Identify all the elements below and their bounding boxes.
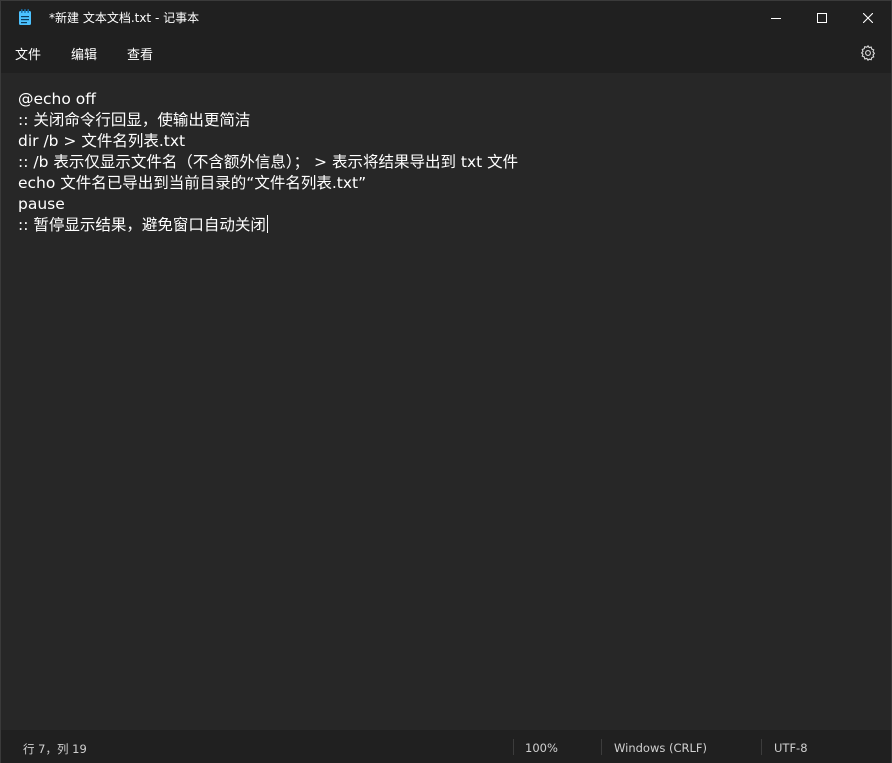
title-bar[interactable]: *新建 文本文档.txt - 记事本	[1, 1, 891, 33]
window-title: *新建 文本文档.txt - 记事本	[49, 11, 200, 25]
menu-edit[interactable]: 编辑	[71, 44, 97, 63]
notepad-app-icon	[18, 9, 32, 26]
status-divider	[601, 739, 602, 755]
editor-line: @echo off	[18, 90, 96, 108]
editor-line-current: :: 暂停显示结果，避免窗口自动关闭	[18, 215, 518, 236]
status-divider	[761, 739, 762, 755]
editor-line: pause	[18, 195, 65, 213]
editor-line: echo 文件名已导出到当前目录的“文件名列表.txt”	[18, 174, 367, 192]
text-editor[interactable]: @echo off :: 关闭命令行回显，使输出更简洁 dir /b > 文件名…	[1, 73, 891, 730]
status-bar: 行 7，列 19 100% Windows (CRLF) UTF-8	[1, 730, 891, 763]
menu-file[interactable]: 文件	[15, 44, 41, 63]
editor-line: dir /b > 文件名列表.txt	[18, 132, 186, 150]
settings-button[interactable]	[859, 44, 877, 62]
text-caret	[266, 215, 268, 233]
cursor-position: 行 7，列 19	[23, 742, 87, 756]
gear-icon	[860, 44, 876, 61]
close-button[interactable]	[845, 1, 891, 33]
notepad-window: *新建 文本文档.txt - 记事本 文件 编辑 查看 @echo off::…	[0, 0, 892, 763]
minimize-icon	[771, 8, 781, 27]
menu-bar: 文件 编辑 查看	[1, 33, 891, 73]
encoding[interactable]: UTF-8	[774, 741, 808, 755]
editor-line: :: /b 表示仅显示文件名（不含额外信息）； > 表示将结果导出到 txt 文…	[18, 153, 519, 171]
maximize-button[interactable]	[799, 1, 845, 33]
maximize-icon	[817, 8, 827, 27]
close-icon	[862, 8, 874, 27]
menu-view[interactable]: 查看	[127, 44, 153, 63]
editor-content[interactable]: @echo off :: 关闭命令行回显，使输出更简洁 dir /b > 文件名…	[18, 89, 518, 236]
line-ending[interactable]: Windows (CRLF)	[614, 741, 707, 755]
editor-line-text: :: 暂停显示结果，避免窗口自动关闭	[18, 216, 266, 234]
status-divider	[513, 739, 514, 755]
editor-line: :: 关闭命令行回显，使输出更简洁	[18, 111, 251, 129]
zoom-level[interactable]: 100%	[525, 741, 558, 755]
minimize-button[interactable]	[753, 1, 799, 33]
